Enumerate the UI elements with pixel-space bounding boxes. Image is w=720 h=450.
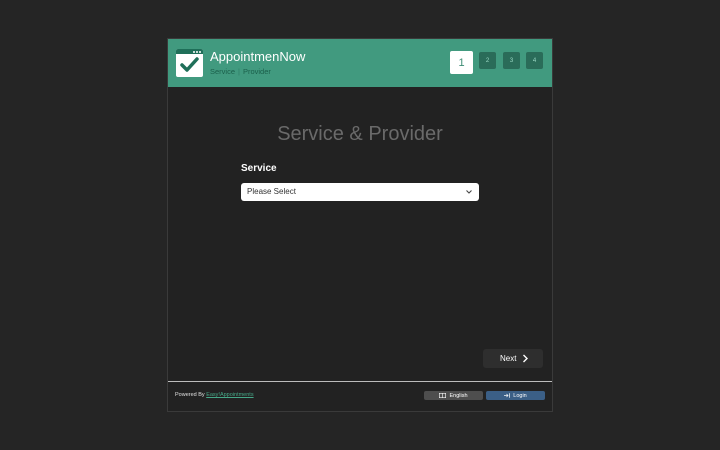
sign-in-icon bbox=[504, 393, 511, 398]
service-select-value: Please Select bbox=[247, 187, 296, 196]
page-title: Service & Provider bbox=[277, 123, 443, 145]
footer-divider bbox=[168, 381, 552, 382]
brand-logo-icon bbox=[176, 49, 203, 77]
service-label: Service bbox=[241, 163, 277, 174]
brand-title: AppointmenNow bbox=[210, 49, 306, 64]
breadcrumb-service: Service bbox=[210, 67, 236, 76]
breadcrumb-separator: | bbox=[238, 67, 240, 76]
language-button[interactable]: English bbox=[424, 391, 483, 400]
login-label: Login bbox=[513, 392, 527, 399]
step-2-indicator[interactable]: 2 bbox=[479, 52, 496, 69]
step-3-indicator[interactable]: 3 bbox=[503, 52, 520, 69]
language-label: English bbox=[449, 392, 468, 399]
language-icon bbox=[439, 393, 447, 398]
chevron-down-icon bbox=[466, 190, 472, 194]
chevron-right-icon bbox=[523, 354, 528, 363]
powered-by-prefix: Powered By bbox=[175, 392, 205, 398]
service-select[interactable]: Please Select bbox=[241, 183, 479, 201]
breadcrumb-provider: Provider bbox=[242, 67, 271, 76]
next-button-label: Next bbox=[500, 354, 517, 363]
login-button[interactable]: Login bbox=[486, 391, 545, 400]
next-button[interactable]: Next bbox=[483, 349, 543, 368]
booking-wizard-card: AppointmenNow Service | Provider 1 2 3 4 S… bbox=[167, 38, 553, 412]
powered-by-text: Powered By Easy!Appointments bbox=[175, 392, 254, 398]
wizard-header: AppointmenNow Service | Provider 1 2 3 4 bbox=[168, 39, 552, 87]
step-4-indicator[interactable]: 4 bbox=[526, 52, 543, 69]
breadcrumb: Service | Provider bbox=[210, 67, 271, 76]
easyappointments-link[interactable]: Easy!Appointments bbox=[206, 392, 253, 398]
step-1-indicator[interactable]: 1 bbox=[450, 51, 473, 74]
